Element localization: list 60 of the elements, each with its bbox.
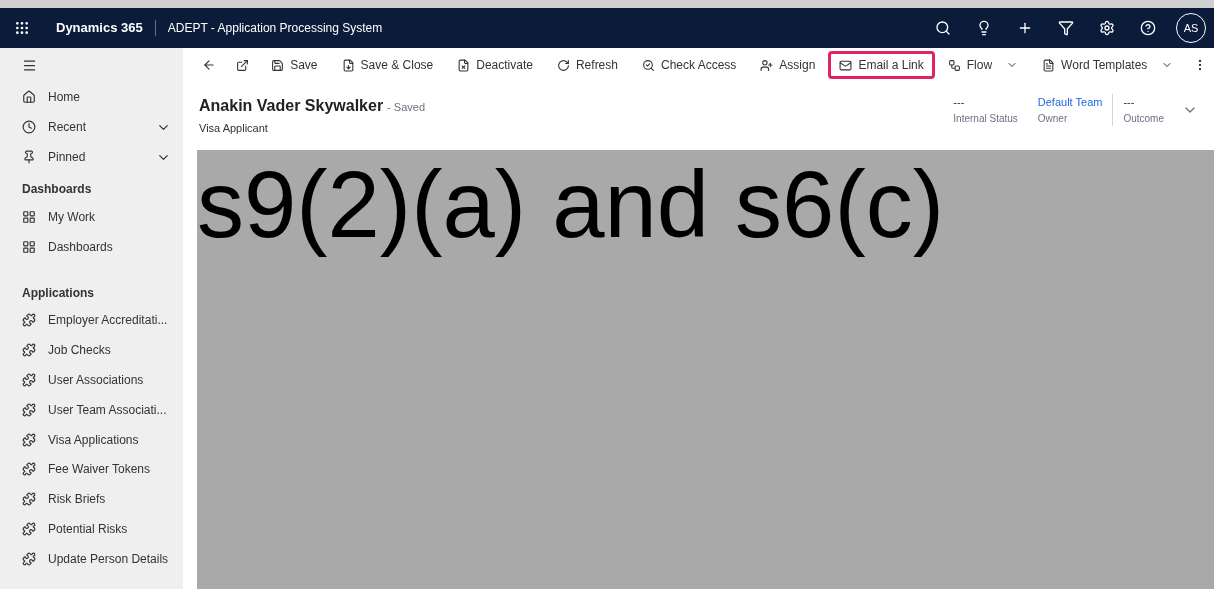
puzzle-icon	[22, 343, 36, 358]
toolbar-button[interactable]: Assign	[749, 51, 827, 79]
refresh-icon	[556, 58, 570, 72]
toolbar-button[interactable]: Save & Close	[330, 51, 445, 79]
section-heading: Applications	[21, 284, 95, 302]
grid-icon	[22, 209, 36, 224]
sidebar-item[interactable]: Potential Risks	[0, 514, 183, 544]
field-label: Internal Status	[953, 111, 1018, 126]
puzzle-icon	[22, 462, 36, 477]
toolbar-button[interactable]: Flow	[936, 51, 1030, 79]
field-label: Outcome	[1123, 111, 1164, 126]
toolbar-button[interactable]: Refresh	[545, 51, 629, 79]
field-value: ---	[953, 95, 966, 110]
sidebar-item[interactable]: Risk Briefs	[0, 484, 183, 515]
puzzle-icon	[22, 522, 36, 537]
window-title: ADEPT - Application Processing System	[166, 20, 384, 37]
sidebar-item[interactable]: My Work	[0, 202, 183, 232]
save-close-icon	[341, 58, 355, 72]
save-status: - Saved	[387, 100, 426, 115]
puzzle-icon	[22, 313, 36, 328]
section-heading: Dashboards	[21, 181, 93, 198]
sidebar-item[interactable]: Employer Accreditati...	[0, 305, 183, 336]
sidebar-item[interactable]: Fee Waiver Tokens	[0, 454, 183, 485]
puzzle-icon	[22, 373, 36, 388]
clock-icon	[22, 120, 36, 134]
toolbar-button[interactable]: Email a Link	[828, 51, 935, 79]
record-name: Anakin Vader Skywalker	[199, 96, 384, 116]
sidebar-item[interactable]: Dashboards	[0, 231, 183, 262]
puzzle-icon	[22, 551, 36, 566]
sidebar-item[interactable]: Visa Applications	[0, 424, 183, 455]
grid-icon	[22, 239, 36, 254]
sidebar-item[interactable]: Pinned	[0, 142, 183, 172]
redaction-label: s9(2)(a) and s6(c)	[197, 151, 944, 259]
document-icon	[457, 58, 471, 72]
toolbar-button[interactable]: Deactivate	[446, 51, 544, 79]
mail-icon	[839, 58, 853, 72]
app-name: Dynamics 365	[55, 19, 144, 38]
field-label: Owner	[1037, 111, 1069, 126]
save-icon	[271, 58, 285, 72]
document-icon	[1042, 58, 1056, 72]
pin-icon	[22, 150, 36, 164]
puzzle-icon	[22, 432, 36, 447]
sidebar-item[interactable]: Recent	[0, 112, 183, 142]
sidebar-item[interactable]: Job Checks	[0, 335, 183, 366]
toolbar-button[interactable]: Check Access	[631, 51, 748, 79]
toolbar-button[interactable]: Word Templates	[1031, 51, 1185, 79]
field-value: ---	[1123, 95, 1136, 110]
home-icon	[22, 90, 36, 104]
flow-icon	[947, 58, 961, 72]
puzzle-icon	[22, 492, 36, 507]
sidebar-item[interactable]: Home	[0, 82, 183, 112]
search-icon	[642, 58, 655, 72]
field-value[interactable]: Default Team	[1037, 94, 1103, 111]
puzzle-icon	[22, 402, 36, 417]
toolbar-button[interactable]: Save	[260, 51, 329, 79]
sidebar-item[interactable]: User Team Associati...	[0, 395, 183, 425]
sidebar-item[interactable]: User Associations	[0, 365, 183, 395]
record-type: Visa Applicant	[199, 121, 269, 136]
person-icon	[760, 58, 774, 72]
sidebar-item[interactable]: Update Person Details	[0, 543, 183, 574]
